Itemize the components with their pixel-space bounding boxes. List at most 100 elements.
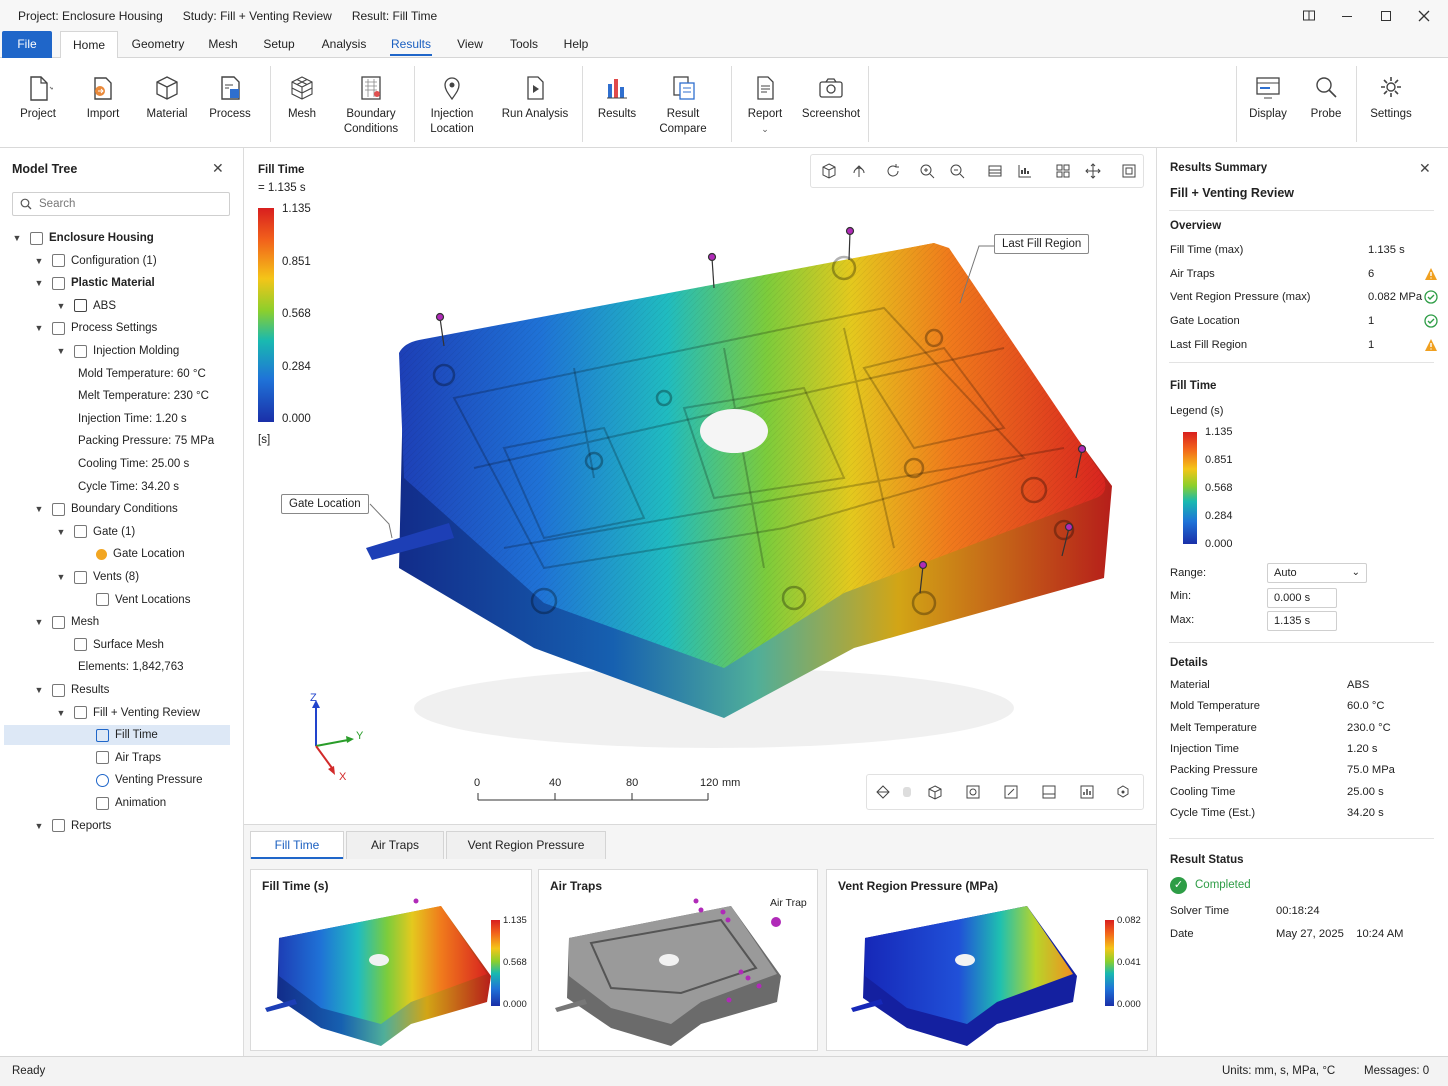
shaded-icon[interactable]	[923, 781, 947, 803]
tree-item-air-traps[interactable]: Air Traps	[4, 748, 230, 768]
tab-fill-time[interactable]: Fill Time	[250, 831, 344, 859]
thumbnail-fill-time[interactable]: Fill Time (s) 1.135 0.568 0.000	[250, 869, 532, 1051]
search-input[interactable]: Search	[12, 192, 230, 216]
chevron-down-icon[interactable]: ▼	[34, 685, 44, 695]
tree-item-injection-molding[interactable]: ▼ Injection Molding	[4, 341, 230, 361]
transparency-icon[interactable]	[895, 781, 919, 803]
tree-item-melt-temperature[interactable]: Melt Temperature: 230 °C	[4, 386, 230, 406]
surface-mesh-icon	[74, 638, 87, 652]
axis-triad	[312, 700, 354, 775]
tab-view[interactable]: View	[450, 31, 490, 58]
probe-icon[interactable]	[999, 781, 1023, 803]
injection-location-button[interactable]: Injection Location	[420, 58, 484, 148]
boundary-conditions-button[interactable]: Boundary Conditions	[338, 58, 404, 148]
snapshot-icon[interactable]	[961, 781, 985, 803]
tree-item-vents[interactable]: ▼ Vents (8)	[4, 567, 230, 587]
chevron-down-icon[interactable]: ▼	[34, 278, 44, 288]
close-icon[interactable]: ✕	[1419, 160, 1431, 177]
tree-item-cycle-time[interactable]: Cycle Time: 34.20 s	[4, 477, 230, 497]
result-compare-button[interactable]: Result Compare	[652, 58, 714, 148]
range-select[interactable]: Auto ⌄	[1267, 563, 1367, 583]
maximize-button[interactable]	[1367, 0, 1405, 31]
process-button[interactable]: Process	[202, 58, 258, 148]
tab-tools[interactable]: Tools	[504, 31, 544, 58]
tree-item-enclosure-housing[interactable]: ▼ Enclosure Housing	[4, 228, 230, 248]
tree-item-boundary-conditions[interactable]: ▼ Boundary Conditions	[4, 499, 230, 519]
chevron-down-icon[interactable]: ▼	[56, 301, 66, 311]
tree-item-surface-mesh[interactable]: Surface Mesh	[4, 635, 230, 655]
snap-layout-icon[interactable]	[1290, 0, 1328, 31]
tree-item-elements[interactable]: Elements: 1,842,763	[4, 657, 230, 677]
view-cube-icon[interactable]	[871, 781, 895, 803]
tab-file[interactable]: File	[2, 31, 52, 58]
chevron-down-icon[interactable]: ▼	[34, 821, 44, 831]
tab-results[interactable]: Results	[384, 31, 438, 58]
callout-gate-location[interactable]: Gate Location	[281, 494, 369, 514]
chevron-down-icon[interactable]: ▼	[56, 527, 66, 537]
close-window-button[interactable]	[1405, 0, 1443, 31]
tree-item-mesh[interactable]: ▼ Mesh	[4, 612, 230, 632]
screenshot-button[interactable]: Screenshot	[800, 58, 862, 148]
tree-item-label: Mold Temperature: 60 °C	[78, 367, 206, 380]
material-button[interactable]: Material	[140, 58, 194, 148]
close-icon[interactable]: ✕	[212, 160, 224, 177]
tree-item-animation[interactable]: Animation	[4, 793, 230, 813]
chevron-down-icon[interactable]: ▼	[34, 323, 44, 333]
tree-item-process-settings[interactable]: ▼ Process Settings	[4, 318, 230, 338]
tree-item-injection-time[interactable]: Injection Time: 1.20 s	[4, 409, 230, 429]
chevron-down-icon[interactable]: ▼	[56, 572, 66, 582]
thumbnail-air-traps[interactable]: Air Traps Air Trap	[538, 869, 818, 1051]
chevron-down-icon[interactable]: ▼	[34, 617, 44, 627]
tree-item-label: Results	[71, 684, 110, 696]
chevron-down-icon[interactable]: ▼	[34, 504, 44, 514]
project-button[interactable]: Project	[10, 58, 66, 148]
plot-icon[interactable]	[1075, 781, 1099, 803]
minimize-button[interactable]	[1328, 0, 1366, 31]
probe-button[interactable]: Probe	[1300, 58, 1352, 148]
tab-home[interactable]: Home	[60, 31, 118, 59]
tab-air-traps[interactable]: Air Traps	[346, 831, 444, 859]
image-icon[interactable]	[1037, 781, 1061, 803]
min-label: Min:	[1170, 590, 1192, 602]
tree-item-gate[interactable]: ▼ Gate (1)	[4, 522, 230, 542]
tree-item-mold-temperature[interactable]: Mold Temperature: 60 °C	[4, 364, 230, 384]
run-analysis-button[interactable]: Run Analysis	[496, 58, 574, 148]
tab-setup[interactable]: Setup	[256, 31, 302, 58]
tree-item-gate-location[interactable]: Gate Location	[4, 544, 230, 564]
explode-view-icon[interactable]	[1111, 781, 1135, 803]
tree-item-label: Cycle Time: 34.20 s	[78, 480, 179, 493]
chevron-down-icon[interactable]: ▼	[56, 346, 66, 356]
max-input[interactable]: 1.135 s	[1267, 611, 1337, 631]
chevron-down-icon[interactable]: ▼	[56, 708, 66, 718]
thumbnail-vent-region-pressure[interactable]: Vent Region Pressure (MPa) 0.082 0.041 0…	[826, 869, 1148, 1051]
tree-item-label: Fill + Venting Review	[93, 706, 201, 719]
tab-mesh[interactable]: Mesh	[200, 31, 246, 58]
tab-geometry[interactable]: Geometry	[126, 31, 190, 58]
tree-item-reports[interactable]: ▼ Reports	[4, 816, 230, 836]
chevron-down-icon[interactable]: ▼	[34, 256, 44, 266]
tree-item-configuration[interactable]: ▼ Configuration (1)	[4, 251, 230, 271]
tree-item-fill-time[interactable]: Fill Time	[4, 725, 230, 746]
chevron-down-icon[interactable]: ▼	[12, 233, 22, 243]
import-button[interactable]: Import	[76, 58, 130, 148]
tab-analysis[interactable]: Analysis	[314, 31, 374, 58]
settings-button[interactable]: Settings	[1362, 58, 1420, 148]
tree-item-packing-pressure[interactable]: Packing Pressure: 75 MPa	[4, 431, 230, 451]
results-button[interactable]: Results	[590, 58, 644, 148]
tab-help[interactable]: Help	[558, 31, 594, 58]
min-input[interactable]: 0.000 s	[1267, 588, 1337, 608]
3d-viewport[interactable]: Fill Time = 1.135 s 1.135 0.851 0.568 0.284…	[244, 148, 1156, 824]
tree-item-results[interactable]: ▼ Results	[4, 680, 230, 700]
mesh-button[interactable]: Mesh	[276, 58, 328, 148]
display-button[interactable]: Display	[1240, 58, 1296, 148]
tree-item-vent-locations[interactable]: Vent Locations	[4, 590, 230, 610]
report-button[interactable]: Report ⌄	[738, 58, 792, 148]
tree-item-fill-venting-review[interactable]: ▼ Fill + Venting Review	[4, 703, 230, 723]
tree-item-abs[interactable]: ▼ ABS	[4, 296, 230, 316]
detail-value: ABS	[1347, 679, 1370, 691]
tab-vent-region-pressure[interactable]: Vent Region Pressure	[446, 831, 606, 859]
tree-item-venting-pressure[interactable]: Venting Pressure	[4, 770, 230, 790]
callout-last-fill-region[interactable]: Last Fill Region	[994, 234, 1090, 254]
tree-item-cooling-time[interactable]: Cooling Time: 25.00 s	[4, 454, 230, 474]
tree-item-plastic-material[interactable]: ▼ Plastic Material	[4, 273, 230, 293]
